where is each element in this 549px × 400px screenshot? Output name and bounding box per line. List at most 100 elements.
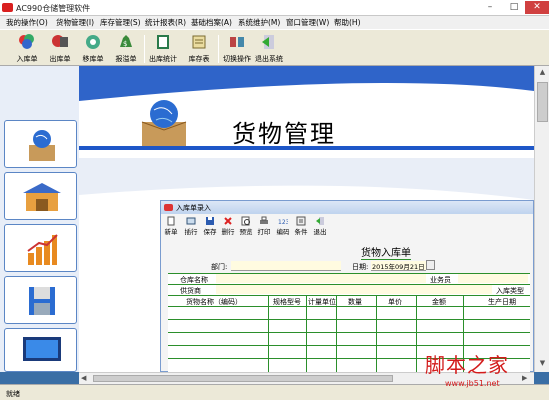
scroll-right-icon[interactable]: ▶ [522,374,527,382]
banner-title: 货物管理 [232,120,336,148]
menu-reports[interactable]: 统计报表(R) [145,17,186,28]
form-title: 货物入库单 [361,244,411,260]
menu-bar: 我的操作(O) 货物管理(I) 库存管理(S) 统计报表(R) 基础档案(A) … [0,16,549,29]
close-button[interactable]: ✕ [525,1,549,14]
transfer-icon [86,35,100,49]
nav-goods-management[interactable] [4,120,77,168]
svg-text:123: 123 [278,219,288,226]
nav-monitor[interactable] [4,328,77,372]
column-goods-name: 货物名称（编码） [186,298,242,306]
window-title: AC990仓储管理软件 [16,4,91,13]
stock-out-button[interactable]: 出库单 [44,32,76,65]
exit-button[interactable]: 退出 [311,216,329,236]
stock-out-icon [52,35,68,47]
calendar-icon[interactable] [426,260,435,270]
number-code-icon: 123 [278,219,288,226]
monitor-icon [23,337,61,361]
grid-column-divider [306,295,307,372]
watermark-title: 脚本之家 [425,353,509,377]
scroll-left-icon[interactable]: ◀ [81,374,86,382]
column-amount: 金额 [432,298,446,306]
condition-icon [296,216,306,226]
printer-icon [260,216,268,224]
new-label: 新单 [164,228,178,236]
exit-system-button[interactable]: 退出系统 [253,32,285,65]
stock-in-window-titlebar: 入库单录入 [161,201,533,214]
dept-input[interactable] [231,261,341,271]
banner-lower-wave [79,158,534,200]
inventory-button[interactable]: 库存表 [183,32,215,65]
main-toolbar: 入库单 出库单 移库单 $ 报溢单 出库统计 库存表 切换操作 退出系统 [0,29,549,66]
column-spec-model: 规格型号 [273,298,301,306]
new-button[interactable]: 新单 [162,216,180,236]
vertical-scroll-thumb[interactable] [537,82,548,122]
window-icon [164,204,173,211]
stock-in-icon [19,34,34,49]
column-unit: 计量单位 [308,298,336,306]
banner-globe-box-icon [141,100,187,146]
warehouse-input[interactable] [216,274,426,283]
scroll-up-icon[interactable]: ▲ [537,68,548,79]
preview-icon [241,216,250,226]
supplier-input[interactable] [216,285,492,294]
grid-column-divider [336,295,337,372]
overflow-button[interactable]: $ 报溢单 [110,32,142,65]
out-stats-button[interactable]: 出库统计 [147,32,179,65]
save-disk-icon [206,217,214,225]
grid-line [168,295,530,296]
storage-icon [29,287,55,315]
money-bag-icon: $ [120,35,132,48]
clerk-input[interactable] [458,274,528,283]
vertical-scrollbar[interactable]: ▲ ▼ [534,66,549,372]
menu-window[interactable]: 窗口管理(W) [286,17,329,28]
warehouse-label: 仓库名称 [180,276,208,284]
minimize-button[interactable]: – [478,1,502,14]
status-text: 就绪 [6,390,20,398]
stock-in-type-label: 入库类型 [496,287,524,295]
stats-book-icon [157,35,169,49]
menu-stock-management[interactable]: 库存管理(S) [100,17,141,28]
warehouse-icon [23,183,61,211]
grid-line [168,332,530,333]
overflow-label: 报溢单 [115,55,137,63]
column-quantity: 数量 [348,298,362,306]
grid-line [168,319,530,320]
nav-storage[interactable] [4,276,77,324]
out-stats-label: 出库统计 [149,55,177,63]
exit-icon [262,35,274,49]
watermark-url: www.jb51.net [445,379,500,388]
exit-label: 退出 [313,228,327,236]
svg-text:$: $ [123,40,127,48]
stock-in-button[interactable]: 入库单 [11,32,43,65]
menu-system-maintenance[interactable]: 系统维护(M) [238,17,280,28]
horizontal-scroll-thumb[interactable] [93,375,393,382]
insert-row-icon [186,217,196,225]
grid-column-divider [268,295,269,372]
print-button[interactable]: 打印 [255,216,273,236]
grid-column-divider [376,295,377,372]
menu-base-records[interactable]: 基础档案(A) [191,17,232,28]
switch-icon [230,37,244,47]
condition-button[interactable]: 条件 [292,216,310,236]
clerk-label: 业务员 [430,276,451,284]
bar-chart-icon [27,234,58,265]
menu-goods-management[interactable]: 货物管理(I) [56,17,94,28]
menu-help[interactable]: 帮助(H) [334,17,361,28]
date-label: 日期: [352,263,369,271]
transfer-button[interactable]: 移库单 [77,32,109,65]
insert-row-button[interactable]: 插行 [182,216,200,236]
maximize-button[interactable]: □ [502,1,526,14]
stock-in-window-title: 入库单录入 [176,204,211,212]
globe-box-icon [29,130,55,161]
menu-my-operations[interactable]: 我的操作(O) [6,17,48,28]
title-bar: AC990仓储管理软件 – □ ✕ [0,0,549,16]
supplier-label: 供货商 [180,287,201,295]
nav-warehouse[interactable] [4,172,77,220]
scroll-down-icon[interactable]: ▼ [537,359,548,370]
exit-system-label: 退出系统 [255,55,283,63]
date-input[interactable]: 2015年09月21日 [371,261,426,271]
inventory-icon [192,35,206,49]
nav-statistics[interactable] [4,224,77,272]
delete-x-icon [224,217,232,225]
grid-line [168,345,530,346]
